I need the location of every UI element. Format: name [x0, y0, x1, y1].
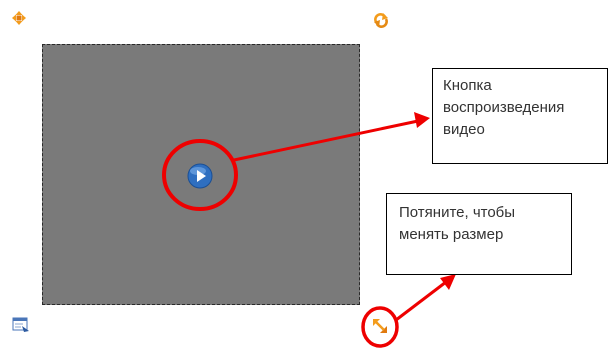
resize-corner-icon[interactable] [373, 319, 387, 333]
rotate-icon[interactable] [374, 13, 388, 28]
four-way-move-icon[interactable] [12, 11, 26, 25]
canvas-overlay [12, 11, 456, 348]
callout-play-line-3: видео [443, 121, 485, 138]
callout-resize-line-2: менять размер [399, 226, 504, 243]
callout-play-line-1: Кнопка [443, 77, 492, 94]
resize-annotation-arrow [395, 274, 456, 322]
edit-panel-icon[interactable] [12, 317, 29, 332]
callout-play-line-2: воспроизведения [443, 99, 565, 116]
callout-resize-line-1: Потяните, чтобы [399, 204, 516, 221]
resize-callout: Потяните, чтобы менять размер [386, 193, 572, 275]
play-button[interactable] [187, 163, 213, 189]
play-annotation-arrow [233, 112, 430, 162]
play-button-callout: Кнопка воспроизведения видео [432, 68, 608, 164]
